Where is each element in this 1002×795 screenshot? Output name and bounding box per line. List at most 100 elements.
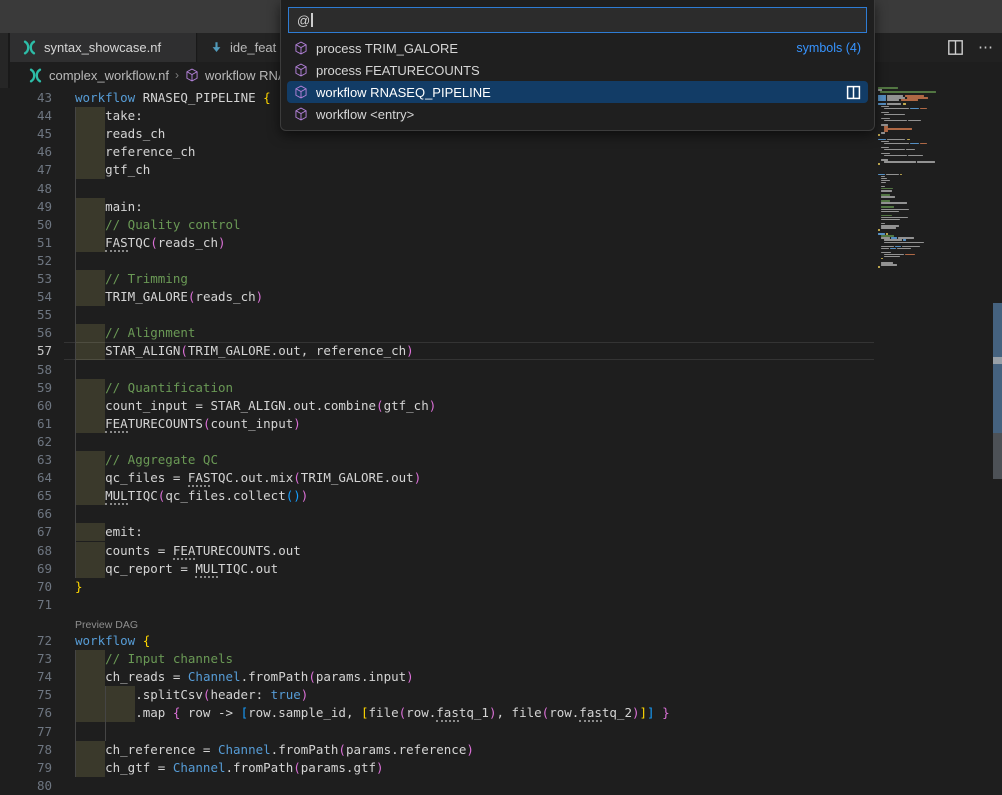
line-number[interactable]: 52 <box>0 252 52 270</box>
line-number[interactable]: 80 <box>0 777 52 795</box>
line-number[interactable]: 43 <box>0 89 52 107</box>
code-line[interactable]: 48 <box>0 180 875 198</box>
code-line[interactable]: 68counts = FEATURECOUNTS.out <box>0 542 875 560</box>
code-line[interactable]: 64qc_files = FASTQC.out.mix(TRIM_GALORE.… <box>0 469 875 487</box>
line-number[interactable]: 71 <box>0 596 52 614</box>
code-line[interactable]: 51FASTQC(reads_ch) <box>0 234 875 252</box>
code-line[interactable]: 60count_input = STAR_ALIGN.out.combine(g… <box>0 397 875 415</box>
scrollbar-thumb[interactable] <box>993 303 1002 433</box>
code-line[interactable]: 59// Quantification <box>0 379 875 397</box>
code-line[interactable]: 54TRIM_GALORE(reads_ch) <box>0 288 875 306</box>
minimap-line <box>881 190 892 192</box>
code-line[interactable]: 66 <box>0 505 875 523</box>
line-number[interactable]: 64 <box>0 469 52 487</box>
codelens[interactable]: Preview DAG <box>0 614 875 632</box>
breadcrumb-file[interactable]: complex_workflow.nf <box>49 68 169 83</box>
line-number[interactable]: 48 <box>0 180 52 198</box>
code-line[interactable]: 63// Aggregate QC <box>0 451 875 469</box>
code-line[interactable]: 70} <box>0 578 875 596</box>
code-line[interactable]: 52 <box>0 252 875 270</box>
code-line[interactable]: 80 <box>0 777 875 795</box>
minimap-line <box>880 91 936 93</box>
code-line[interactable]: 74ch_reads = Channel.fromPath(params.inp… <box>0 668 875 686</box>
scrollbar-thumb-secondary[interactable] <box>993 433 1002 479</box>
line-number[interactable]: 56 <box>0 324 52 342</box>
line-number[interactable]: 57 <box>0 342 52 360</box>
line-number[interactable]: 79 <box>0 759 52 777</box>
line-number[interactable]: 55 <box>0 306 52 324</box>
code-line[interactable]: 46reference_ch <box>0 143 875 161</box>
line-number[interactable]: 74 <box>0 668 52 686</box>
code-line[interactable]: 67 emit: <box>0 523 875 541</box>
quickpick-item[interactable]: workflow <entry> <box>287 103 868 125</box>
line-number[interactable]: 62 <box>0 433 52 451</box>
minimap-line <box>920 143 927 145</box>
minimap-line <box>878 174 885 176</box>
quickpick-query: @ <box>297 13 310 28</box>
minimap[interactable] <box>878 87 992 272</box>
line-number[interactable]: 77 <box>0 723 52 741</box>
code-line[interactable]: 62 <box>0 433 875 451</box>
line-number[interactable]: 67 <box>0 523 52 541</box>
code-line[interactable]: 75.splitCsv(header: true) <box>0 686 875 704</box>
code-line[interactable]: 79ch_gtf = Channel.fromPath(params.gtf) <box>0 759 875 777</box>
line-number[interactable]: 58 <box>0 361 52 379</box>
line-number[interactable]: 72 <box>0 632 52 650</box>
code-editor[interactable]: 43workflow RNASEQ_PIPELINE {44take:45rea… <box>0 88 1002 783</box>
line-number[interactable]: 47 <box>0 161 52 179</box>
code-line[interactable]: 73// Input channels <box>0 650 875 668</box>
line-number[interactable]: 63 <box>0 451 52 469</box>
quickpick-item[interactable]: workflow RNASEQ_PIPELINE <box>287 81 868 103</box>
line-number[interactable]: 65 <box>0 487 52 505</box>
line-number[interactable]: 54 <box>0 288 52 306</box>
minimap-line <box>908 120 921 122</box>
line-number[interactable]: 69 <box>0 560 52 578</box>
minimap-line <box>884 114 905 116</box>
code-line[interactable]: 77 <box>0 723 875 741</box>
line-number[interactable]: 75 <box>0 686 52 704</box>
quickpick-item[interactable]: process FEATURECOUNTS <box>287 59 868 81</box>
code-line-text: // Alignment <box>75 324 195 342</box>
code-line[interactable]: 49main: <box>0 198 875 216</box>
line-number[interactable]: 76 <box>0 704 52 722</box>
line-number[interactable]: 50 <box>0 216 52 234</box>
line-number[interactable]: 61 <box>0 415 52 433</box>
code-line[interactable]: 78ch_reference = Channel.fromPath(params… <box>0 741 875 759</box>
line-number[interactable]: 59 <box>0 379 52 397</box>
line-number[interactable]: 51 <box>0 234 52 252</box>
code-line[interactable]: 69qc_report = MULTIQC.out <box>0 560 875 578</box>
code-line[interactable]: 65MULTIQC(qc_files.collect()) <box>0 487 875 505</box>
line-number[interactable]: 53 <box>0 270 52 288</box>
code-line-text: emit: <box>75 523 143 541</box>
code-line[interactable]: 61FEATURECOUNTS(count_input) <box>0 415 875 433</box>
more-actions-button[interactable]: ⋯ <box>978 33 994 62</box>
open-to-side-button[interactable] <box>846 85 861 100</box>
line-number[interactable]: 70 <box>0 578 52 596</box>
code-line[interactable]: 58 <box>0 361 875 379</box>
code-line[interactable]: 71 <box>0 596 875 614</box>
code-line[interactable]: 47gtf_ch <box>0 161 875 179</box>
tab-syntax-showcase[interactable]: syntax_showcase.nf <box>10 33 197 62</box>
line-number[interactable]: 46 <box>0 143 52 161</box>
line-number[interactable]: 78 <box>0 741 52 759</box>
line-number[interactable]: 68 <box>0 542 52 560</box>
minimap-line <box>897 248 911 250</box>
code-line[interactable]: 76.map { row -> [row.sample_id, [file(ro… <box>0 704 875 722</box>
code-line[interactable]: 50// Quality control <box>0 216 875 234</box>
code-line[interactable]: 56 // Alignment <box>0 324 875 342</box>
line-number[interactable]: 44 <box>0 107 52 125</box>
indent-guide <box>75 107 76 578</box>
line-number[interactable]: 45 <box>0 125 52 143</box>
quickpick-item[interactable]: process TRIM_GALOREsymbols (4) <box>287 37 868 59</box>
code-line[interactable]: 72workflow { <box>0 632 875 650</box>
code-line[interactable]: 53// Trimming <box>0 270 875 288</box>
split-editor-icon[interactable] <box>947 39 964 56</box>
quickpick-meta-link[interactable]: symbols (4) <box>796 41 861 55</box>
line-number[interactable]: 66 <box>0 505 52 523</box>
line-number[interactable]: 60 <box>0 397 52 415</box>
code-line[interactable]: 55 <box>0 306 875 324</box>
line-number[interactable]: 49 <box>0 198 52 216</box>
quickpick-input[interactable]: @ <box>288 7 867 33</box>
vertical-scrollbar[interactable] <box>993 33 1002 783</box>
line-number[interactable]: 73 <box>0 650 52 668</box>
